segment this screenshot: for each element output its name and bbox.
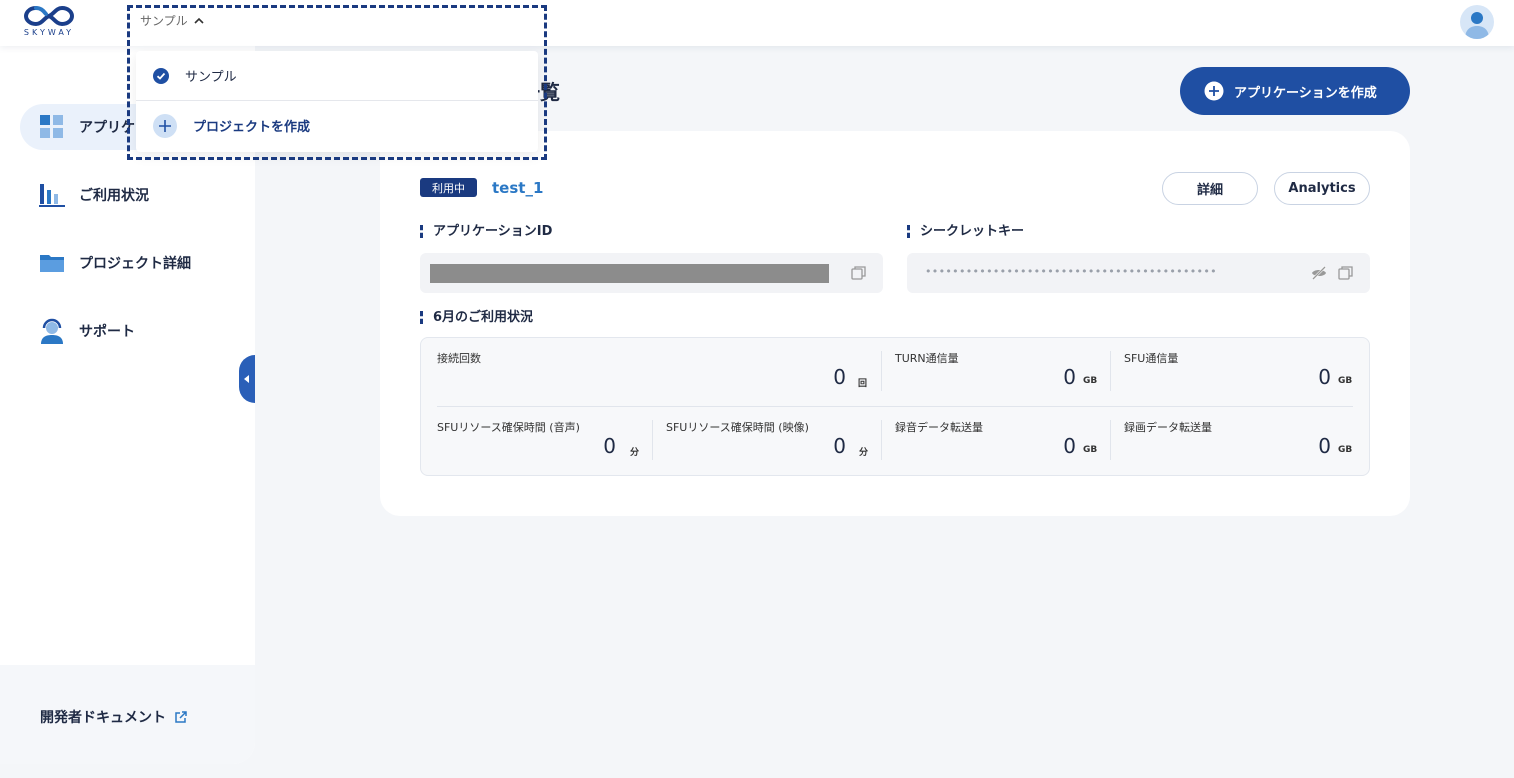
skyway-logo-icon xyxy=(23,5,75,27)
eye-off-icon[interactable] xyxy=(1311,265,1327,281)
stat-value-recording-video: 0 xyxy=(1318,434,1331,458)
stat-label-sfu-video: SFUリソース確保時間 (映像) xyxy=(666,421,809,434)
stat-value-sfu-video: 0 xyxy=(833,434,846,458)
sidebar-item-label: サポート xyxy=(79,324,135,340)
stat-unit-connections: 回 xyxy=(858,379,868,389)
top-header: SKYWAY サンプル xyxy=(0,0,1514,46)
stat-label-turn: TURN通信量 xyxy=(895,352,959,365)
sidebar-item-project-detail[interactable]: プロジェクト詳細 xyxy=(20,240,260,286)
usage-stats-panel: 接続回数 0 回 TURN通信量 0 GB SFU通信量 0 GB SFUリソー… xyxy=(420,337,1370,476)
stat-label-recording-video: 録画データ転送量 xyxy=(1124,421,1212,434)
divider xyxy=(652,420,653,460)
sidebar-collapse-toggle[interactable] xyxy=(239,355,255,403)
grid-icon xyxy=(40,115,63,138)
stat-value-recording-audio: 0 xyxy=(1063,434,1076,458)
triangle-left-icon xyxy=(244,375,249,383)
sidebar-item-label: ご利用状況 xyxy=(79,188,149,204)
developer-docs-label: 開発者ドキュメント xyxy=(40,710,166,726)
secret-key-label: シークレットキー xyxy=(907,225,1024,238)
divider xyxy=(881,351,882,391)
bar-chart-icon xyxy=(39,184,65,207)
detail-button[interactable]: 詳細 xyxy=(1162,172,1258,205)
sidebar-item-usage[interactable]: ご利用状況 xyxy=(20,172,260,218)
user-avatar[interactable] xyxy=(1460,5,1494,39)
dropdown-item-label: サンプル xyxy=(185,70,237,85)
logo-text: SKYWAY xyxy=(23,28,75,37)
create-application-button[interactable]: アプリケーションを作成 xyxy=(1180,67,1410,115)
secret-key-mask: ••••••••••••••••••••••••••••••••••••••••… xyxy=(925,265,1217,278)
masked-application-id xyxy=(430,264,829,283)
external-link-icon xyxy=(175,710,187,723)
status-badge: 利用中 xyxy=(420,178,477,197)
application-id-label: アプリケーションID xyxy=(420,225,552,238)
usage-section-label: 6月のご利用状況 xyxy=(420,311,533,324)
sidebar-item-label: プロジェクト詳細 xyxy=(79,256,191,272)
copy-icon[interactable] xyxy=(1338,265,1354,281)
dropdown-item-create-project[interactable]: プロジェクトを作成 xyxy=(136,101,538,150)
sidebar-item-support[interactable]: サポート xyxy=(20,308,260,354)
stat-label-recording-audio: 録音データ転送量 xyxy=(895,421,983,434)
dropdown-item-sample-project[interactable]: サンプル xyxy=(136,51,538,100)
user-icon xyxy=(1465,12,1489,39)
stat-unit-sfu: GB xyxy=(1338,376,1353,386)
folder-icon xyxy=(40,255,64,272)
stat-label-sfu: SFU通信量 xyxy=(1124,352,1179,365)
divider xyxy=(437,406,1353,407)
stat-value-sfu: 0 xyxy=(1318,365,1331,389)
application-id-field xyxy=(420,253,883,293)
stat-unit-recording-audio: GB xyxy=(1083,445,1098,455)
sidebar: アプリケー ご利用状況 プロジェクト詳細 サポート 開発者ドキュメント xyxy=(0,46,260,764)
application-name[interactable]: test_1 xyxy=(492,179,543,197)
project-selector[interactable]: サンプル xyxy=(140,12,204,29)
plus-circle-icon xyxy=(1204,81,1224,101)
stat-unit-sfu-audio: 分 xyxy=(630,448,640,458)
application-card: 利用中 test_1 詳細 Analytics アプリケーションID シークレッ… xyxy=(380,131,1410,516)
stat-label-sfu-audio: SFUリソース確保時間 (音声) xyxy=(437,421,580,434)
developer-docs-link[interactable]: 開発者ドキュメント xyxy=(40,707,187,727)
create-application-label: アプリケーションを作成 xyxy=(1234,85,1377,101)
skyway-logo[interactable]: SKYWAY xyxy=(22,4,76,40)
stat-value-connections: 0 xyxy=(833,365,846,389)
chevron-up-icon xyxy=(194,17,204,24)
stat-unit-sfu-video: 分 xyxy=(859,448,869,458)
stat-unit-turn: GB xyxy=(1083,376,1098,386)
headset-icon xyxy=(41,318,63,344)
stat-unit-recording-video: GB xyxy=(1338,445,1353,455)
secret-key-field: ••••••••••••••••••••••••••••••••••••••••… xyxy=(907,253,1370,293)
stat-label-connections: 接続回数 xyxy=(437,352,481,365)
sidebar-footer: 開発者ドキュメント xyxy=(0,665,255,764)
project-dropdown-menu: サンプル プロジェクトを作成 xyxy=(136,51,538,152)
copy-icon[interactable] xyxy=(851,265,867,281)
stat-value-sfu-audio: 0 xyxy=(603,434,616,458)
stat-value-turn: 0 xyxy=(1063,365,1076,389)
divider xyxy=(1110,420,1111,460)
dropdown-item-label: プロジェクトを作成 xyxy=(193,120,311,135)
check-circle-icon xyxy=(153,67,169,84)
project-selector-label: サンプル xyxy=(140,14,188,28)
divider xyxy=(881,420,882,460)
plus-icon xyxy=(153,113,177,138)
divider xyxy=(1110,351,1111,391)
analytics-button[interactable]: Analytics xyxy=(1274,172,1370,205)
